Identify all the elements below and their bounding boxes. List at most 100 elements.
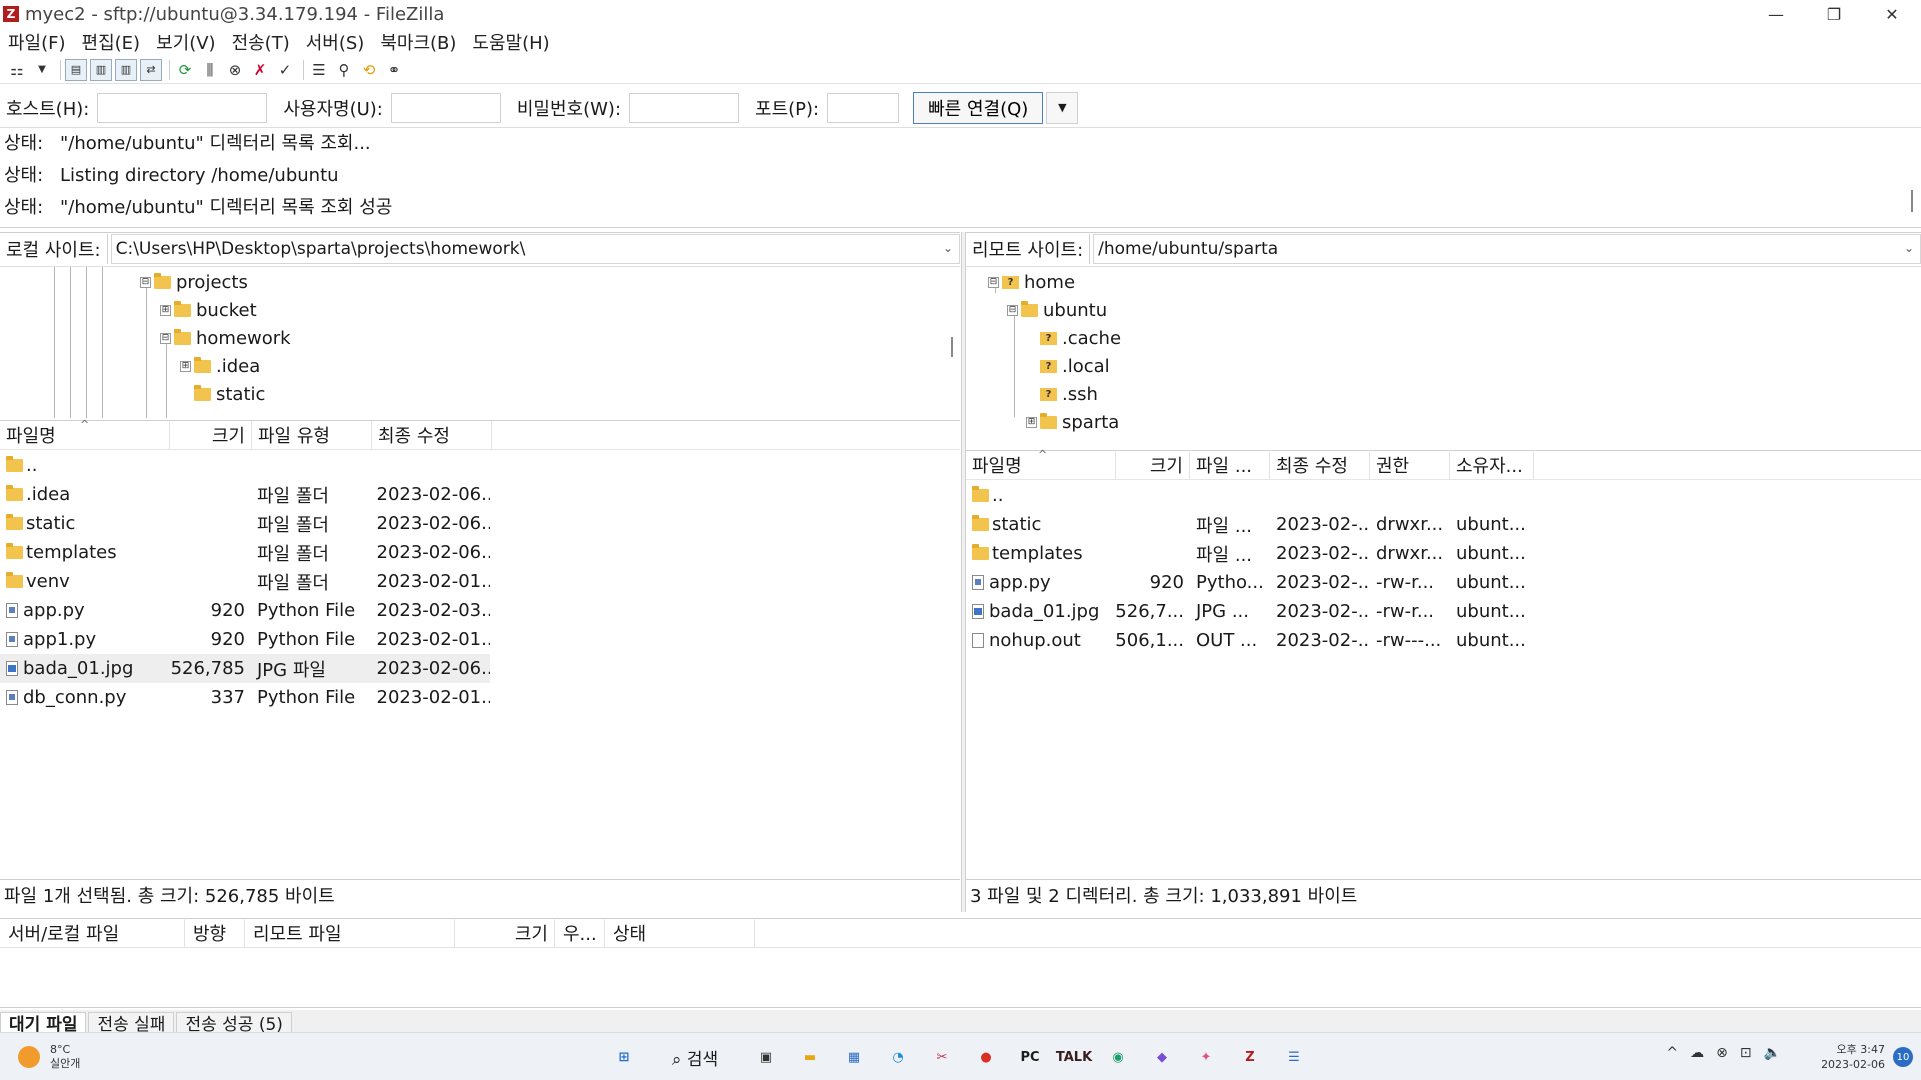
remote-path-combobox[interactable]: /home/ubuntu/sparta ⌄ [1093, 233, 1921, 264]
menu-item-4[interactable]: 서버(S) [298, 29, 373, 55]
remote-tree-item[interactable]: ? .local [1026, 353, 1110, 379]
search-icon[interactable]: ⚭ [383, 59, 405, 81]
local-file-row[interactable]: .idea 파일 폴더 2023-02-06... [0, 480, 490, 509]
log-scrollbar[interactable] [1911, 190, 1913, 212]
taskbar-edge-icon[interactable]: ◔ [880, 1039, 916, 1075]
pane-splitter[interactable] [961, 232, 966, 912]
remote-directory-tree[interactable]: ⊟? home ⊟ ubuntu? .cache? .local? .ssh ⊞ sparta [966, 266, 1921, 446]
remote-tree-item[interactable]: ⊟ ubuntu [1007, 297, 1107, 323]
site-manager-dropdown-icon[interactable]: ▼ [31, 59, 53, 81]
remote-col-size[interactable]: 크기 [1116, 450, 1190, 480]
toggle-remote-tree-icon[interactable]: ▥ [115, 58, 137, 81]
local-file-row[interactable]: templates 파일 폴더 2023-02-06... [0, 538, 490, 567]
taskbar-file-explorer-icon[interactable]: ▬ [792, 1039, 828, 1075]
expand-icon[interactable]: ⊞ [160, 304, 171, 316]
menu-item-3[interactable]: 전송(T) [224, 29, 298, 55]
remote-file-row[interactable]: app.py 920 Pytho... 2023-02-... -rw-r... ubun… [966, 568, 1921, 597]
local-directory-tree[interactable]: ⊟ projects ⊞ bucket ⊟ homework ⊞ .idea static [0, 266, 960, 418]
maximize-button[interactable]: ❐ [1805, 0, 1863, 28]
remote-file-row[interactable]: bada_01.jpg 526,7... JPG ... 2023-02-... -rw… [966, 597, 1921, 626]
tray-icon-4[interactable]: 🔈 [1764, 1045, 1781, 1061]
tray-icon-2[interactable]: ⊗ [1716, 1045, 1728, 1061]
remote-file-row[interactable]: static 파일 ... 2023-02-... drwxr... ubunt... [966, 510, 1921, 539]
tray-icon-1[interactable]: ☁ [1690, 1045, 1704, 1061]
remote-file-row[interactable]: templates 파일 ... 2023-02-... drwxr... ubunt.… [966, 539, 1921, 568]
menu-item-2[interactable]: 보기(V) [148, 29, 223, 55]
local-file-row[interactable]: venv 파일 폴더 2023-02-01... [0, 567, 490, 596]
sync-browse-icon[interactable]: ⟲ [358, 59, 380, 81]
filter-icon[interactable]: ☰ [308, 59, 330, 81]
menu-item-5[interactable]: 북마크(B) [372, 29, 464, 55]
local-file-row[interactable]: .. [0, 451, 490, 480]
chevron-down-icon[interactable]: ⌄ [1904, 241, 1914, 255]
taskbar-start-icon[interactable]: ⊞ [606, 1039, 642, 1075]
message-log[interactable]: 상태: "/home/ubuntu" 디렉터리 목록 조회... 상태: Listin… [0, 130, 1921, 228]
weather-widget[interactable]: 8°C 실안개 [18, 1043, 80, 1071]
queue-tab-1[interactable]: 전송 실패 [88, 1012, 175, 1032]
local-file-list[interactable]: .. .idea 파일 폴더 2023-02-06... static 파일 폴더 2023… [0, 451, 960, 877]
tray-icon-0[interactable]: ^ [1666, 1045, 1678, 1061]
quickconnect-button[interactable]: 빠른 연결(Q) [913, 91, 1044, 124]
local-tree-item[interactable]: ⊞ bucket [160, 297, 257, 323]
remote-tree-item[interactable]: ? .cache [1026, 325, 1121, 351]
minimize-button[interactable]: — [1747, 0, 1805, 28]
collapse-icon[interactable]: ⊟ [1007, 304, 1018, 316]
menu-item-6[interactable]: 도움말(H) [464, 29, 557, 55]
collapse-icon[interactable]: ⊟ [988, 276, 999, 288]
local-tree-item[interactable]: ⊟ projects [140, 269, 248, 295]
queue-col-5[interactable]: 상태 [605, 918, 755, 948]
tray-icon-3[interactable]: ⊡ [1740, 1045, 1752, 1061]
chevron-down-icon[interactable]: ⌄ [943, 241, 953, 255]
queue-col-2[interactable]: 리모트 파일 [245, 918, 455, 948]
remote-file-row[interactable]: nohup.out 506,1... OUT ... 2023-02-... -rw--… [966, 626, 1921, 655]
remote-col-modified[interactable]: 최종 수정 [1270, 450, 1370, 480]
taskbar-app-purple-icon[interactable]: ◆ [1144, 1039, 1180, 1075]
local-col-type[interactable]: 파일 유형 [252, 420, 372, 450]
queue-tab-2[interactable]: 전송 성공 (5) [176, 1012, 292, 1032]
local-file-row[interactable]: bada_01.jpg 526,785 JPG 파일 2023-02-06... [0, 654, 490, 683]
local-col-size[interactable]: 크기 [170, 420, 252, 450]
remote-col-permissions[interactable]: 권한 [1370, 450, 1450, 480]
queue-tab-0[interactable]: 대기 파일 [0, 1012, 87, 1032]
quickconnect-dropdown-icon[interactable]: ▼ [1046, 91, 1079, 124]
queue-col-4[interactable]: 우... [555, 918, 605, 948]
local-tree-item[interactable]: ⊞ .idea [180, 353, 260, 379]
port-input[interactable] [827, 92, 900, 123]
username-input[interactable] [390, 92, 501, 123]
remote-col-type[interactable]: 파일 ... [1190, 450, 1270, 480]
close-button[interactable]: ✕ [1863, 0, 1921, 28]
taskbar-app-multi-icon[interactable]: ✦ [1188, 1039, 1224, 1075]
local-file-row[interactable]: static 파일 폴더 2023-02-06... [0, 509, 490, 538]
taskbar-notepad-icon[interactable]: ☰ [1276, 1039, 1312, 1075]
cancel-icon[interactable]: ⊗ [224, 59, 246, 81]
site-manager-icon[interactable]: ⚏ [6, 59, 28, 81]
remote-tree-item[interactable]: ⊞ sparta [1026, 409, 1119, 435]
remote-file-row[interactable]: .. [966, 481, 1921, 510]
local-tree-item[interactable]: static [180, 381, 265, 407]
password-input[interactable] [629, 92, 740, 123]
local-col-name[interactable]: 파일명 ^ [0, 420, 170, 450]
disconnect-icon[interactable]: ✗ [249, 59, 271, 81]
collapse-icon[interactable]: ⊟ [140, 276, 151, 288]
taskbar-search-button[interactable]: ⌕ 검색 [650, 1039, 740, 1075]
expand-icon[interactable]: ⊞ [180, 360, 191, 372]
taskbar-pycharm-icon[interactable]: PC [1012, 1039, 1048, 1075]
local-col-modified[interactable]: 최종 수정 [372, 420, 492, 450]
taskbar-app-green-icon[interactable]: ◉ [1100, 1039, 1136, 1075]
compare-icon[interactable]: ⚲ [333, 59, 355, 81]
system-clock[interactable]: 오후 3:47 2023-02-06 [1821, 1042, 1885, 1072]
remote-col-owner[interactable]: 소유자... [1450, 450, 1534, 480]
host-input[interactable] [97, 92, 268, 123]
queue-col-1[interactable]: 방향 [185, 918, 245, 948]
transfer-queue-list[interactable] [0, 948, 1921, 1008]
queue-col-0[interactable]: 서버/로컬 파일 [0, 918, 185, 948]
local-file-row[interactable]: db_conn.py 337 Python File 2023-02-01... [0, 683, 490, 712]
toggle-log-icon[interactable]: ▤ [65, 58, 87, 81]
taskbar-snipping-icon[interactable]: ✂ [924, 1039, 960, 1075]
remote-file-list[interactable]: .. static 파일 ... 2023-02-... drwxr... ubunt..… [966, 481, 1921, 877]
expand-icon[interactable]: ⊞ [1026, 416, 1037, 428]
menu-item-1[interactable]: 편집(E) [74, 29, 149, 55]
toggle-local-tree-icon[interactable]: ▥ [90, 58, 112, 81]
local-file-row[interactable]: app.py 920 Python File 2023-02-03... [0, 596, 490, 625]
taskbar-store-icon[interactable]: ▦ [836, 1039, 872, 1075]
